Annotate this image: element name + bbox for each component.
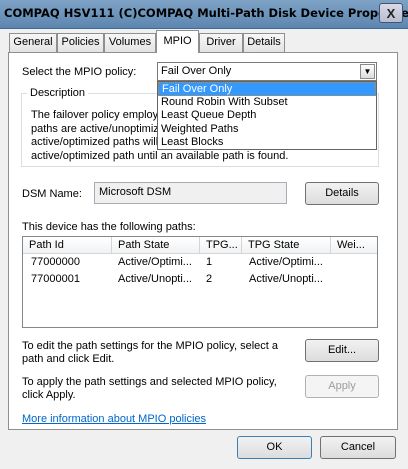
tab-details[interactable]: Details <box>243 33 285 52</box>
details-button[interactable]: Details <box>305 182 379 205</box>
paths-label: This device has the following paths: <box>22 221 196 233</box>
path-state-cell: Active/Unopti... <box>118 273 192 285</box>
edit-instructions-line: path and click Edit. <box>22 353 115 365</box>
table-row[interactable]: 77000000 Active/Optimi... 1 Active/Optim… <box>23 255 377 270</box>
more-info-link[interactable]: More information about MPIO policies <box>22 413 206 425</box>
policy-option-least-blocks[interactable]: Least Blocks <box>158 136 376 150</box>
tab-mpio[interactable]: MPIO <box>156 30 199 53</box>
description-title: Description <box>27 87 89 99</box>
edit-button[interactable]: Edit... <box>305 339 379 362</box>
apply-instructions: To apply the path settings and selected … <box>22 376 302 402</box>
ok-button[interactable]: OK <box>237 436 312 459</box>
apply-button[interactable]: Apply <box>305 375 379 398</box>
tpg-state-cell: Active/Optimi... <box>249 256 323 268</box>
path-id-cell: 77000001 <box>31 273 80 285</box>
edit-instructions: To edit the path settings for the MPIO p… <box>22 340 302 366</box>
policy-dropdown[interactable]: Fail Over Only ▼ <box>157 62 377 81</box>
cancel-button[interactable]: Cancel <box>320 436 396 459</box>
column-header-weight[interactable]: Wei... <box>331 237 377 254</box>
policy-option-fail-over-only[interactable]: Fail Over Only <box>158 82 376 96</box>
path-id-cell: 77000000 <box>31 256 80 268</box>
tab-volumes[interactable]: Volumes <box>104 33 156 52</box>
tab-driver[interactable]: Driver <box>199 33 243 52</box>
tab-general[interactable]: General <box>9 33 57 52</box>
close-button[interactable]: X <box>379 3 403 23</box>
close-icon: X <box>386 6 396 21</box>
table-row[interactable]: 77000001 Active/Unopti... 2 Active/Unopt… <box>23 272 377 287</box>
tpg-id-cell: 2 <box>206 273 213 285</box>
title-bar: COMPAQ HSV111 (C)COMPAQ Multi-Path Disk … <box>0 0 408 29</box>
tpg-state-cell: Active/Unopti... <box>249 273 323 285</box>
policy-dropdown-list[interactable]: Fail Over Only Round Robin With Subset L… <box>157 81 377 150</box>
policy-option-least-queue-depth[interactable]: Least Queue Depth <box>158 109 376 123</box>
dsm-label: DSM Name: <box>22 188 82 200</box>
description-line: active/optimized path until an available… <box>31 149 289 162</box>
path-state-cell: Active/Optimi... <box>118 256 192 268</box>
apply-instructions-line: click Apply. <box>22 389 76 401</box>
edit-instructions-line: To edit the path settings for the MPIO p… <box>22 340 278 352</box>
column-header-tpg-id[interactable]: TPG... <box>200 237 242 254</box>
apply-instructions-line: To apply the path settings and selected … <box>22 376 277 388</box>
column-header-path-id[interactable]: Path Id <box>23 237 112 254</box>
tpg-id-cell: 1 <box>206 256 213 268</box>
column-header-path-state[interactable]: Path State <box>112 237 200 254</box>
chevron-down-icon[interactable]: ▼ <box>360 64 375 79</box>
policy-label: Select the MPIO policy: <box>22 66 137 78</box>
paths-list[interactable]: Path Id Path State TPG... TPG State Wei.… <box>22 236 378 328</box>
column-header-tpg-state[interactable]: TPG State <box>242 237 331 254</box>
window-title: COMPAQ HSV111 (C)COMPAQ Multi-Path Disk … <box>4 6 408 20</box>
policy-selected-value: Fail Over Only <box>161 65 232 77</box>
tab-policies[interactable]: Policies <box>57 33 104 52</box>
dsm-name-field: Microsoft DSM <box>94 182 287 204</box>
policy-option-round-robin-with-subset[interactable]: Round Robin With Subset <box>158 96 376 110</box>
policy-option-weighted-paths[interactable]: Weighted Paths <box>158 123 376 137</box>
